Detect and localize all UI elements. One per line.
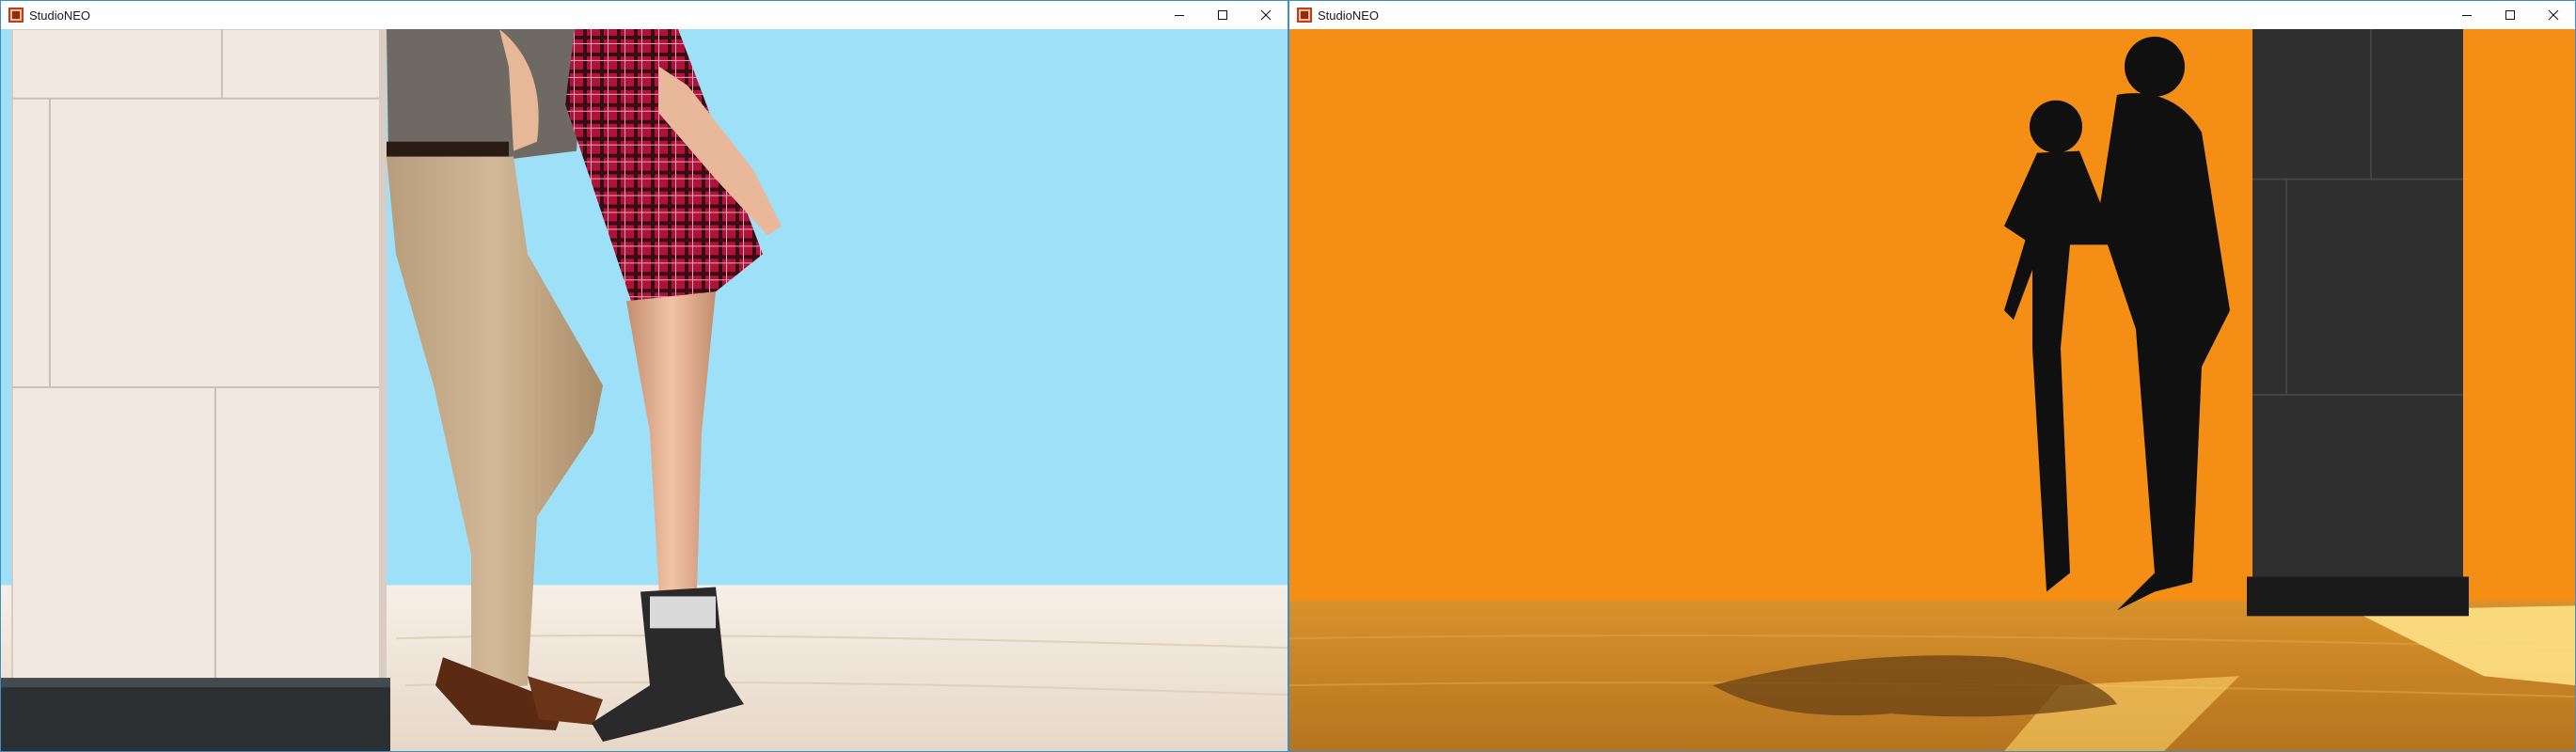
close-button[interactable]	[2532, 1, 2575, 29]
desktop: StudioNEO StudioNEO	[0, 0, 2576, 752]
close-icon	[2548, 9, 2559, 21]
close-icon	[1260, 9, 1272, 21]
window-title: StudioNEO	[29, 8, 91, 23]
3d-viewport[interactable]	[1, 29, 1288, 751]
marble-pillar	[1, 29, 390, 751]
studioneo-app-icon	[8, 8, 24, 23]
close-button[interactable]	[1244, 1, 1288, 29]
maximize-button[interactable]	[1201, 1, 1244, 29]
3d-viewport[interactable]	[1289, 29, 2575, 751]
scene-render	[1289, 29, 2575, 751]
window-titlebar[interactable]: StudioNEO	[1289, 1, 2575, 29]
maximize-icon	[2505, 10, 2515, 20]
maximize-button[interactable]	[2489, 1, 2532, 29]
minimize-icon	[2462, 15, 2472, 16]
studioneo-window-right[interactable]: StudioNEO	[1288, 0, 2576, 752]
window-titlebar[interactable]: StudioNEO	[1, 1, 1288, 29]
minimize-icon	[1175, 15, 1184, 16]
studioneo-app-icon	[1297, 8, 1312, 23]
minimize-button[interactable]	[1158, 1, 1201, 29]
minimize-button[interactable]	[2445, 1, 2489, 29]
dark-pillar	[2247, 29, 2469, 617]
scene-render	[1, 29, 1288, 751]
studioneo-window-left[interactable]: StudioNEO	[0, 0, 1288, 752]
maximize-icon	[1218, 10, 1227, 20]
window-title: StudioNEO	[1318, 8, 1380, 23]
